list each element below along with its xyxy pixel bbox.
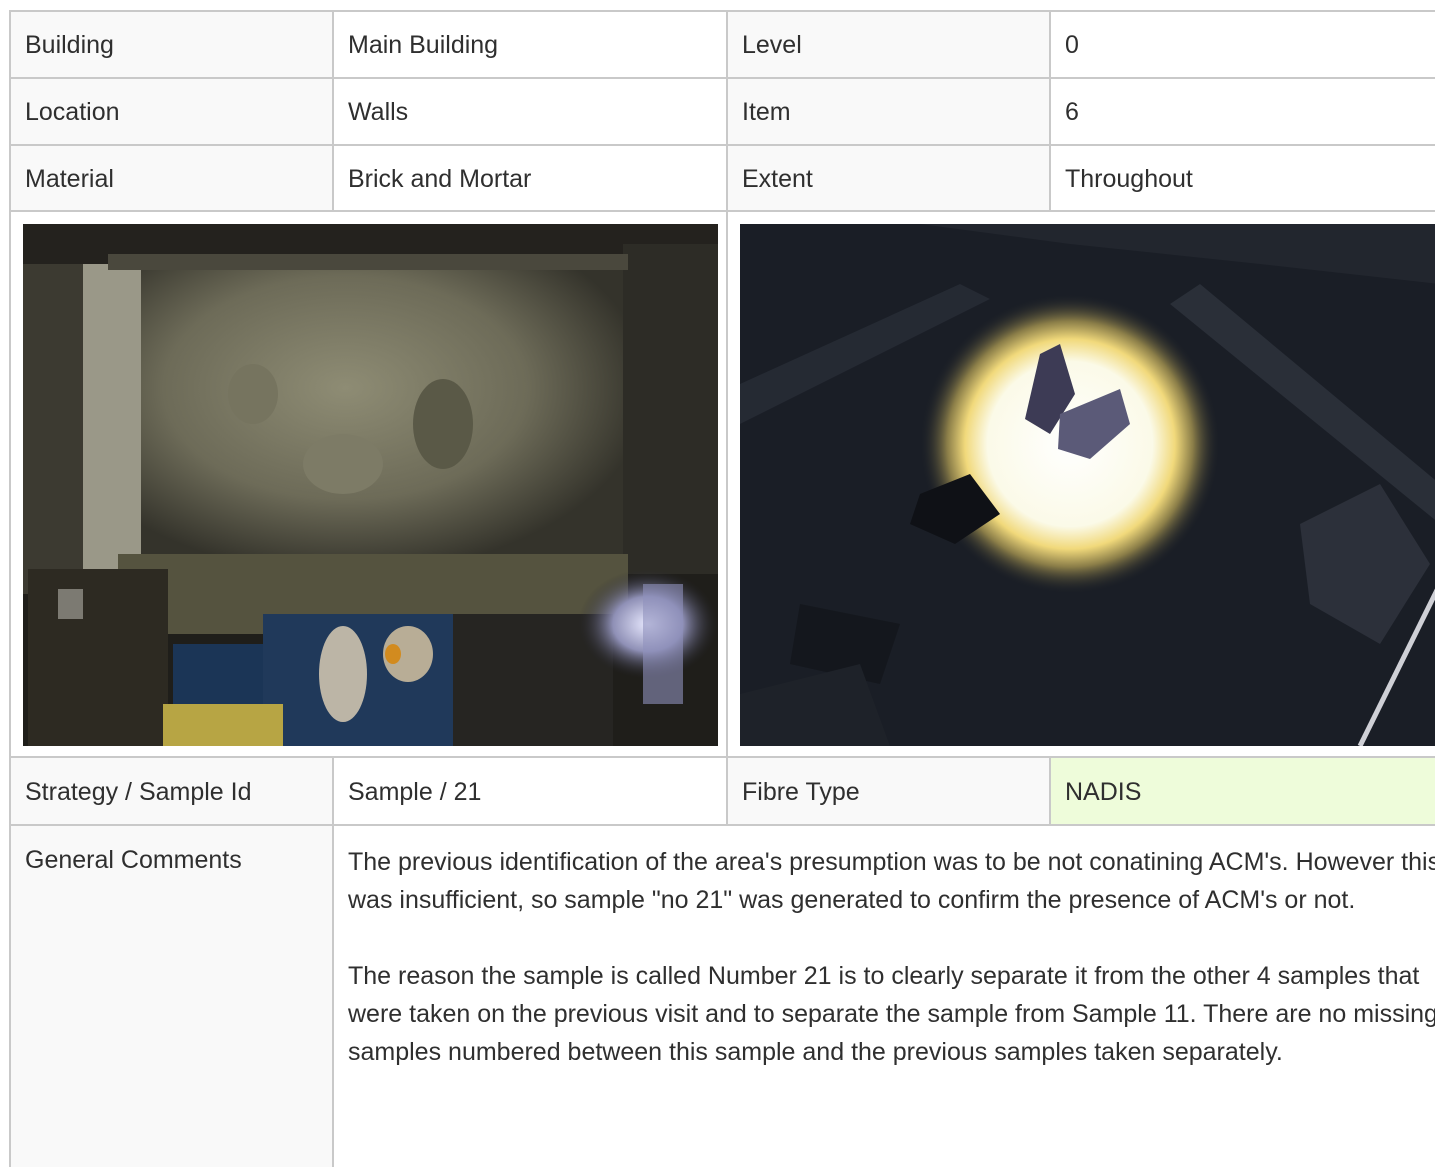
- value-material: Brick and Mortar: [332, 146, 728, 212]
- label-general-comments: General Comments: [9, 826, 334, 1167]
- general-comments-text: The previous identification of the area'…: [332, 826, 1435, 1167]
- label-building: Building: [9, 12, 334, 79]
- row-building: Building Main Building Level 0: [9, 10, 1435, 79]
- label-extent: Extent: [726, 146, 1051, 212]
- basement-wall-photo[interactable]: [23, 224, 718, 746]
- row-photos: [9, 210, 1435, 758]
- value-extent: Throughout: [1049, 146, 1435, 212]
- label-strategy-sample-id: Strategy / Sample Id: [9, 758, 334, 826]
- comments-paragraph-2: The reason the sample is called Number 2…: [348, 962, 1435, 1066]
- value-level: 0: [1049, 12, 1435, 79]
- value-strategy-sample-id: Sample / 21: [332, 758, 728, 826]
- row-sample: Strategy / Sample Id Sample / 21 Fibre T…: [9, 756, 1435, 826]
- value-fibre-type: NADIS: [1049, 758, 1435, 826]
- value-item: 6: [1049, 79, 1435, 146]
- label-fibre-type: Fibre Type: [726, 758, 1051, 826]
- photo-cell-left: [9, 212, 728, 758]
- row-material: Material Brick and Mortar Extent Through…: [9, 144, 1435, 212]
- label-material: Material: [9, 146, 334, 212]
- photo-cell-right: [726, 212, 1435, 758]
- value-building: Main Building: [332, 12, 728, 79]
- label-item: Item: [726, 79, 1051, 146]
- value-location: Walls: [332, 79, 728, 146]
- survey-record-sheet: Building Main Building Level 0 Location …: [0, 0, 1435, 1167]
- comments-paragraph-1: The previous identification of the area'…: [348, 848, 1435, 914]
- label-level: Level: [726, 12, 1051, 79]
- row-general-comments: General Comments The previous identifica…: [9, 824, 1435, 1167]
- label-location: Location: [9, 79, 334, 146]
- sample-point-closeup-photo[interactable]: [740, 224, 1435, 746]
- row-location: Location Walls Item 6: [9, 77, 1435, 146]
